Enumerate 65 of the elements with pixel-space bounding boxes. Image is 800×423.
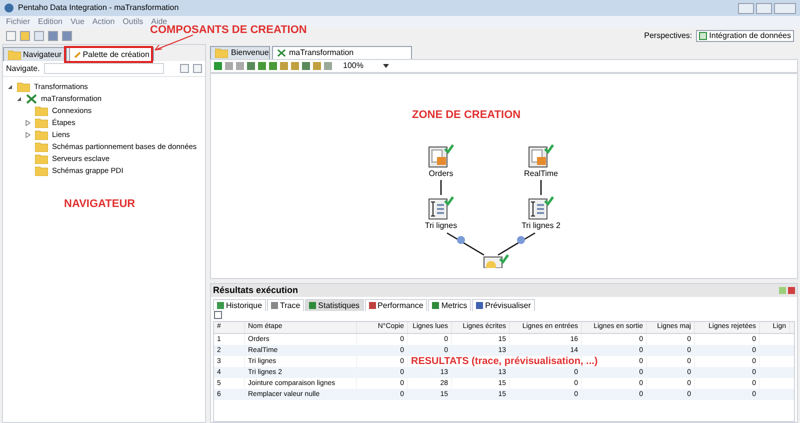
info-icon <box>517 236 525 244</box>
collapsed-arrow-icon[interactable] <box>25 120 31 126</box>
results-tab[interactable]: Statistiques <box>305 299 364 311</box>
menu-item[interactable]: Outils <box>122 16 144 28</box>
panel-tab[interactable]: Navigateur <box>3 47 67 61</box>
file-input-icon[interactable] <box>528 144 554 168</box>
pencil-icon <box>74 51 80 58</box>
transformation-icon <box>277 49 286 57</box>
collapse-all-icon[interactable] <box>193 64 202 73</box>
expanded-arrow-icon[interactable] <box>16 96 22 102</box>
expanded-arrow-icon[interactable] <box>7 84 13 90</box>
step-label: Orders <box>428 168 454 180</box>
info-icon <box>457 236 465 244</box>
sort-step-icon[interactable] <box>428 196 454 220</box>
tab-icon <box>217 302 224 309</box>
folder-icon <box>17 82 30 92</box>
results-tab[interactable]: Trace <box>267 299 304 311</box>
perspective-icon <box>699 32 708 40</box>
sort-step-icon[interactable] <box>528 196 554 220</box>
perspectives-label: Perspectives: <box>644 30 692 42</box>
results-tab[interactable]: Historique <box>213 299 266 311</box>
step-label: RealTime <box>524 168 558 180</box>
editor-tab[interactable]: maTransformation <box>272 46 412 59</box>
file-input-icon[interactable] <box>428 144 454 168</box>
step-label: Tri lignes <box>424 220 458 232</box>
annotation-text: RESULTATS (trace, prévisualisation, ...) <box>411 356 598 367</box>
folder-icon <box>35 130 48 140</box>
results-tab[interactable]: Performance <box>364 299 428 311</box>
app-logo-icon <box>4 3 14 13</box>
panel-tab[interactable]: Palette de création <box>68 47 154 61</box>
annotation-text: NAVIGATEUR <box>64 197 136 212</box>
panel-title: Résultats exécution <box>213 284 298 297</box>
folder-icon <box>35 142 48 152</box>
tab-icon <box>432 302 440 309</box>
folder-icon <box>35 106 48 116</box>
annotation-text: COMPOSANTS DE CREATION <box>150 24 307 38</box>
search-field[interactable] <box>44 63 164 74</box>
expand-all-icon[interactable] <box>180 64 189 73</box>
tab-icon <box>271 302 278 309</box>
tab-icon <box>476 302 484 309</box>
close-icon[interactable] <box>774 2 796 14</box>
search-label: Navigate. <box>6 62 40 74</box>
folder-icon <box>8 50 21 60</box>
maximize-icon[interactable] <box>756 2 772 14</box>
window-title: Pentaho Data Integration - maTransformation <box>18 2 179 14</box>
annotation-text: ZONE DE CREATION <box>412 108 521 123</box>
menu-item[interactable]: Fichier <box>6 16 30 28</box>
tab-icon <box>309 302 316 309</box>
filter-icon[interactable] <box>214 311 222 319</box>
menu-item[interactable]: Vue <box>70 16 84 28</box>
menu-item[interactable]: Action <box>92 16 115 28</box>
transformation-icon <box>26 94 37 104</box>
step-label: Tri lignes 2 <box>522 220 560 232</box>
folder-icon <box>35 118 48 128</box>
collapsed-arrow-icon[interactable] <box>25 132 31 138</box>
folder-icon <box>35 154 48 164</box>
join-step-icon[interactable] <box>483 254 509 268</box>
perspective-button[interactable]: Intégration de données <box>696 30 794 42</box>
results-tab[interactable]: Prévisualiser <box>472 299 535 311</box>
minimize-icon[interactable] <box>738 2 754 14</box>
menu-item[interactable]: Edition <box>38 16 62 28</box>
results-tab[interactable]: Metrics <box>428 299 472 311</box>
tab-icon <box>368 302 376 309</box>
editor-tab[interactable]: Bienvenue <box>210 46 270 59</box>
folder-icon <box>35 166 48 176</box>
